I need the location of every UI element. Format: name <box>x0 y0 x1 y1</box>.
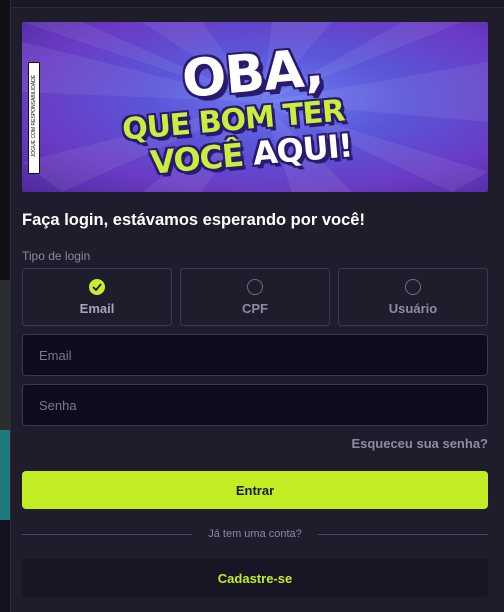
responsible-gaming-badge: JOGUE COM RESPONSABILIDADE <box>28 62 40 174</box>
login-heading: Faça login, estávamos esperando por você… <box>22 211 365 229</box>
login-type-selector: Email CPF Usuário <box>22 268 488 326</box>
login-type-cpf-label: CPF <box>242 301 268 316</box>
login-type-email[interactable]: Email <box>22 268 172 326</box>
register-button[interactable]: Cadastre-se <box>22 559 488 597</box>
login-type-usuario[interactable]: Usuário <box>338 268 488 326</box>
page-backdrop <box>0 0 10 612</box>
password-field[interactable] <box>22 384 488 426</box>
modal-top-border <box>11 0 504 8</box>
banner-word-voce: VOCÊ <box>148 135 245 182</box>
login-type-email-label: Email <box>79 301 115 316</box>
login-modal: JOGUE COM RESPONSABILIDADE OBA, QUE BOM … <box>10 0 504 612</box>
login-type-cpf[interactable]: CPF <box>180 268 330 326</box>
login-type-usuario-label: Usuário <box>388 301 438 316</box>
login-type-label: Tipo de login <box>22 249 91 263</box>
radio-circle-icon <box>405 279 421 295</box>
badge-text: JOGUE COM RESPONSABILIDADE <box>31 74 37 158</box>
login-submit-button[interactable]: Entrar <box>22 471 488 509</box>
divider-text: Já tem uma conta? <box>208 528 302 540</box>
check-circle-icon <box>89 279 105 295</box>
forgot-password-link[interactable]: Esqueceu sua senha? <box>351 436 488 451</box>
welcome-banner: JOGUE COM RESPONSABILIDADE OBA, QUE BOM … <box>22 22 488 192</box>
email-field[interactable] <box>22 334 488 376</box>
divider-line-right <box>317 533 488 535</box>
divider-line-left <box>22 533 193 535</box>
radio-circle-icon <box>247 279 263 295</box>
account-divider: Já tem uma conta? <box>22 526 488 542</box>
